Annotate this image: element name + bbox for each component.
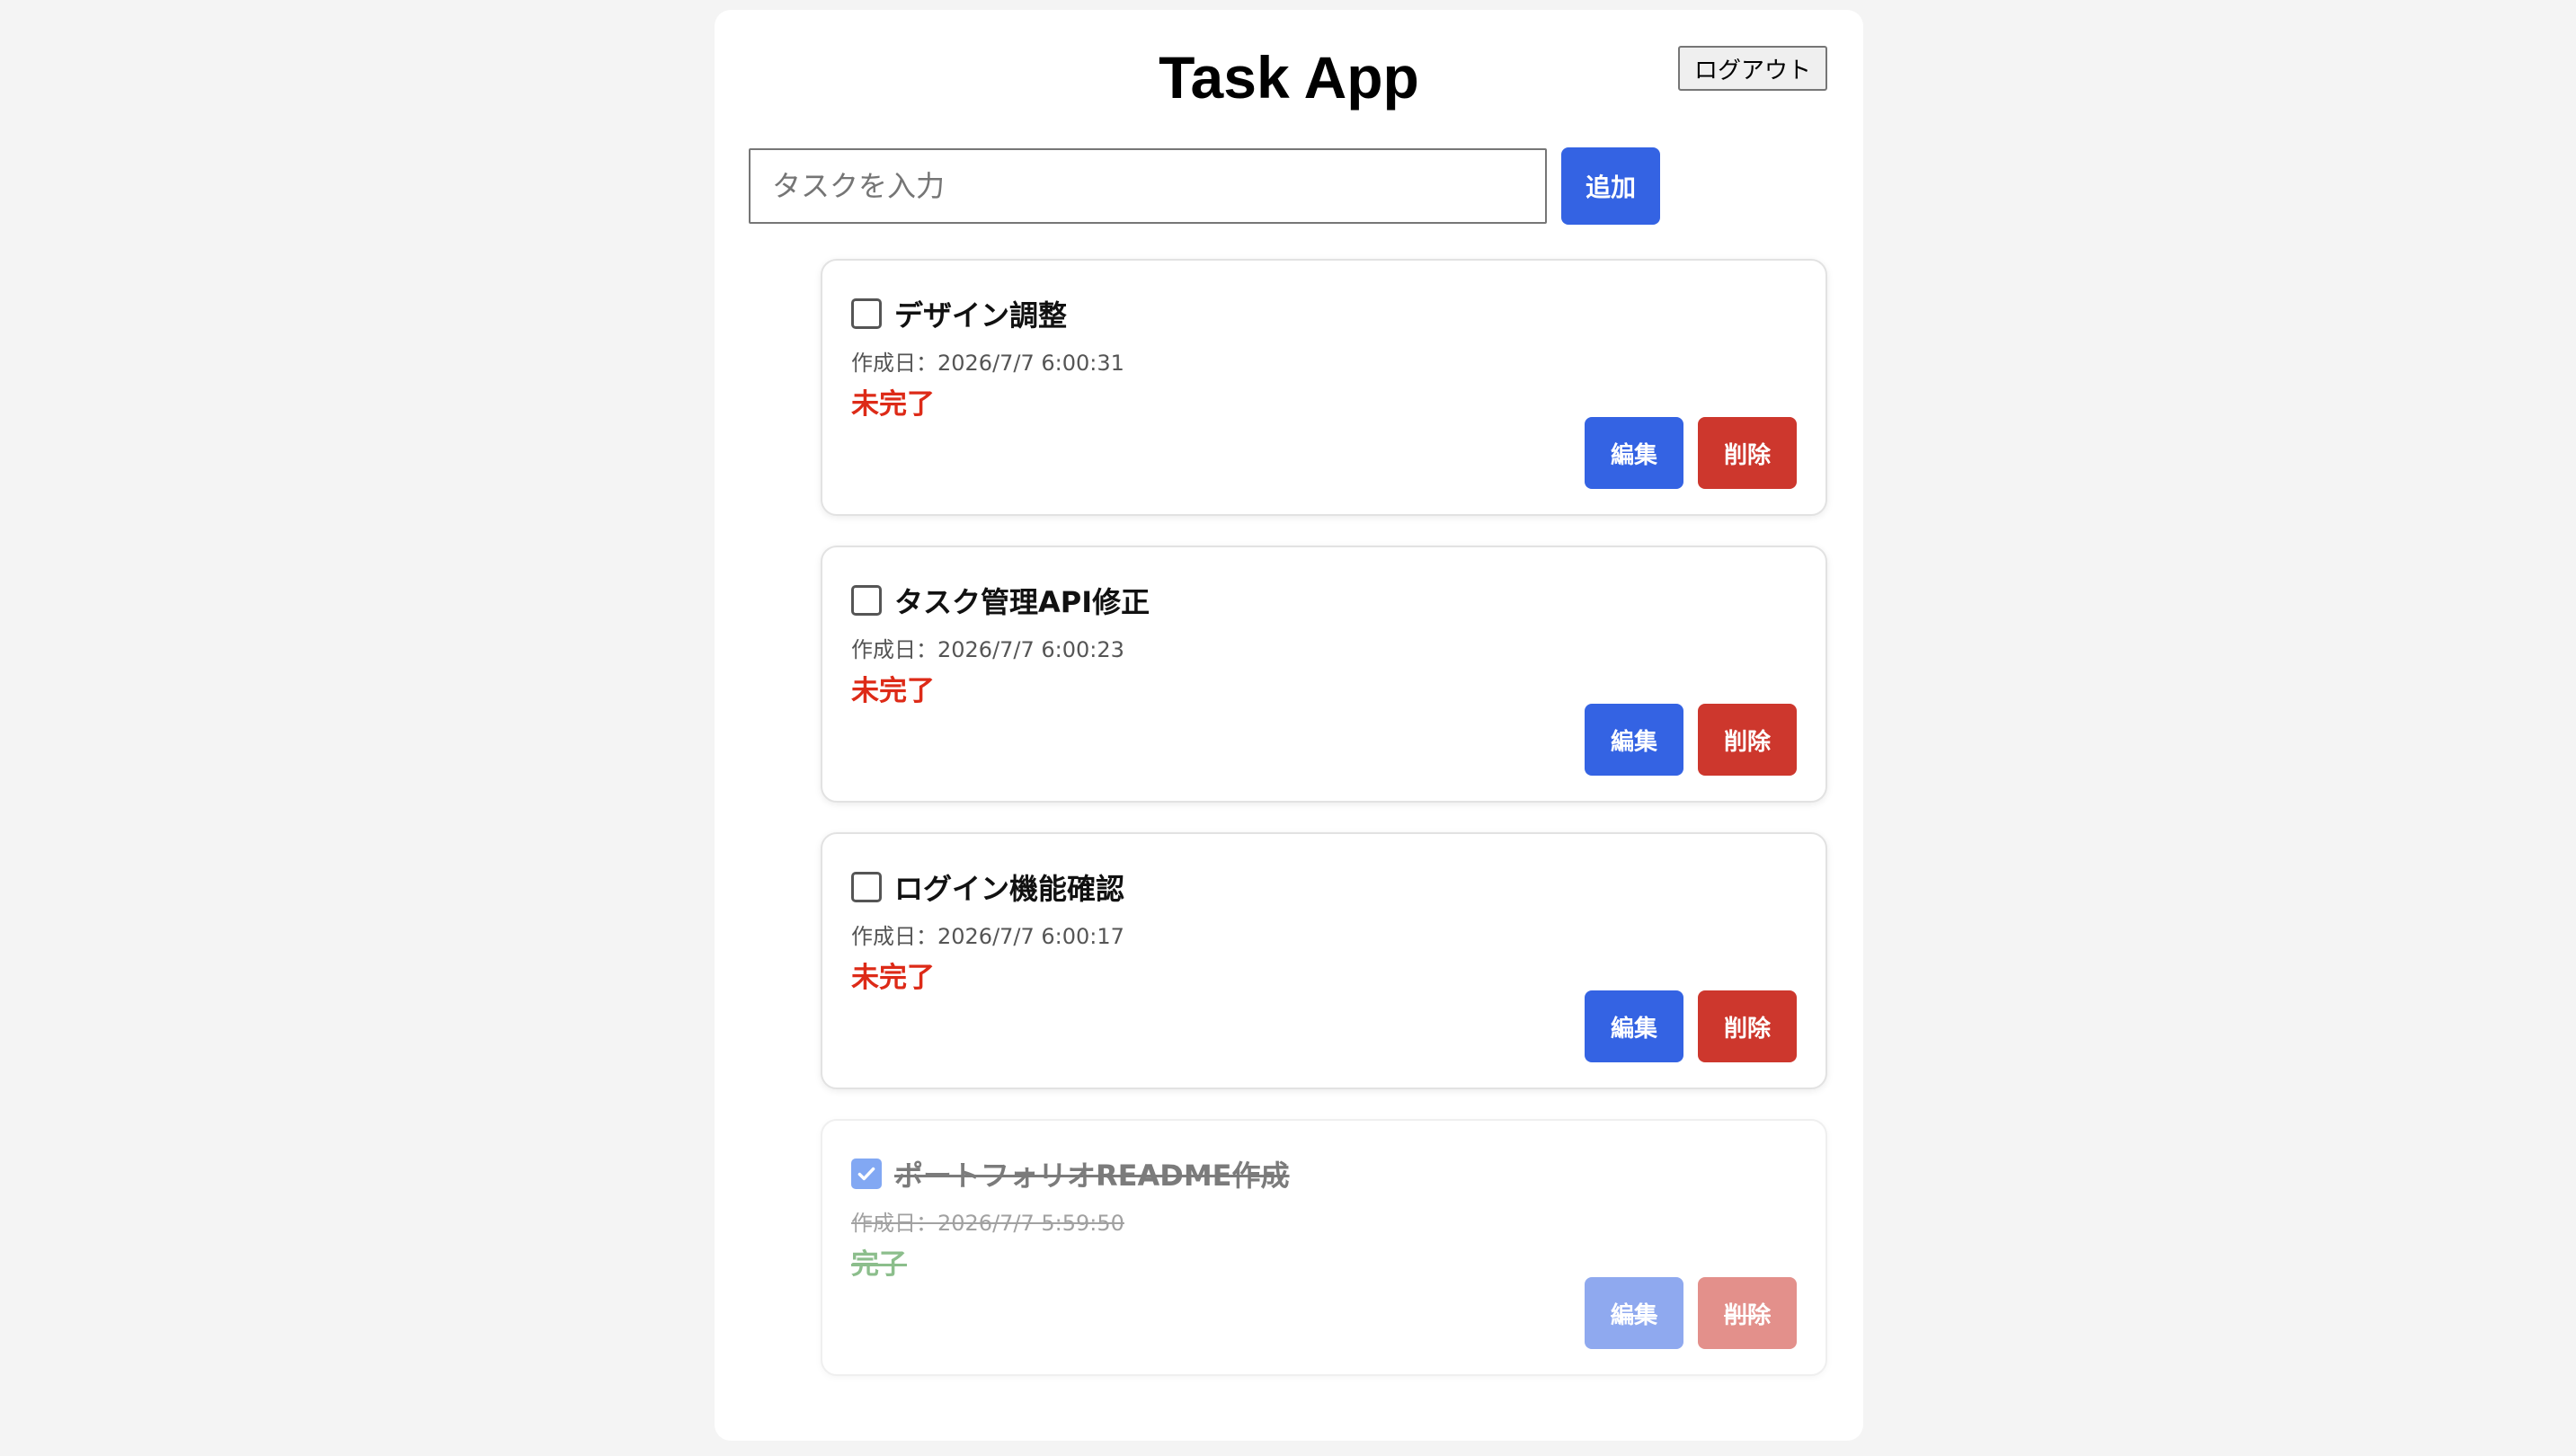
task-status: 未完了 [851,675,935,707]
task-title: ポートフォリオREADME作成 [894,1159,1290,1193]
task-created-date: 作成日：2026/7/7 6:00:31 [851,351,1124,376]
delete-button[interactable]: 削除 [1698,990,1797,1062]
logout-button[interactable]: ログアウト [1677,46,1827,91]
task-created-date: 作成日：2026/7/7 6:00:17 [851,924,1124,949]
task-checkbox[interactable] [851,298,882,329]
task-actions: 編集 削除 [1585,990,1797,1062]
task-checkbox[interactable] [851,872,882,902]
task-checkbox[interactable] [851,1159,882,1189]
task-app-panel: Task App ログアウト 追加 デザイン調整 作成日：2026/7/7 6:… [715,10,1863,1441]
task-title: デザイン調整 [894,298,1068,333]
task-actions: 編集 削除 [1585,704,1797,776]
delete-button[interactable]: 削除 [1698,1277,1797,1349]
task-actions: 編集 削除 [1585,417,1797,489]
task-title: ログイン機能確認 [894,872,1125,906]
edit-button[interactable]: 編集 [1585,704,1683,776]
task-card: デザイン調整 作成日：2026/7/7 6:00:31 未完了 編集 削除 [821,259,1827,516]
task-title: タスク管理API修正 [894,585,1150,619]
delete-button[interactable]: 削除 [1698,417,1797,489]
new-task-form: 追加 [749,147,1660,225]
task-header: デザイン調整 [851,293,1067,334]
task-list: デザイン調整 作成日：2026/7/7 6:00:31 未完了 編集 削除 タス… [821,259,1827,1406]
add-task-button[interactable]: 追加 [1561,147,1660,225]
task-header: タスク管理API修正 [851,580,1150,621]
task-actions: 編集 削除 [1585,1277,1797,1349]
task-checkbox[interactable] [851,585,882,616]
task-status: 完了 [851,1248,907,1281]
checkmark-icon [857,1167,875,1181]
task-created-date: 作成日：2026/7/7 5:59:50 [851,1211,1124,1236]
task-created-date: 作成日：2026/7/7 6:00:23 [851,637,1124,662]
edit-button[interactable]: 編集 [1585,1277,1683,1349]
task-status: 未完了 [851,962,935,994]
task-card: ポートフォリオREADME作成 作成日：2026/7/7 5:59:50 完了 … [821,1119,1827,1376]
edit-button[interactable]: 編集 [1585,990,1683,1062]
edit-button[interactable]: 編集 [1585,417,1683,489]
task-card: タスク管理API修正 作成日：2026/7/7 6:00:23 未完了 編集 削… [821,546,1827,803]
delete-button[interactable]: 削除 [1698,704,1797,776]
task-header: ポートフォリオREADME作成 [851,1153,1290,1194]
task-header: ログイン機能確認 [851,866,1124,908]
task-input[interactable] [749,148,1547,224]
task-status: 未完了 [851,388,935,421]
task-card: ログイン機能確認 作成日：2026/7/7 6:00:17 未完了 編集 削除 [821,832,1827,1089]
